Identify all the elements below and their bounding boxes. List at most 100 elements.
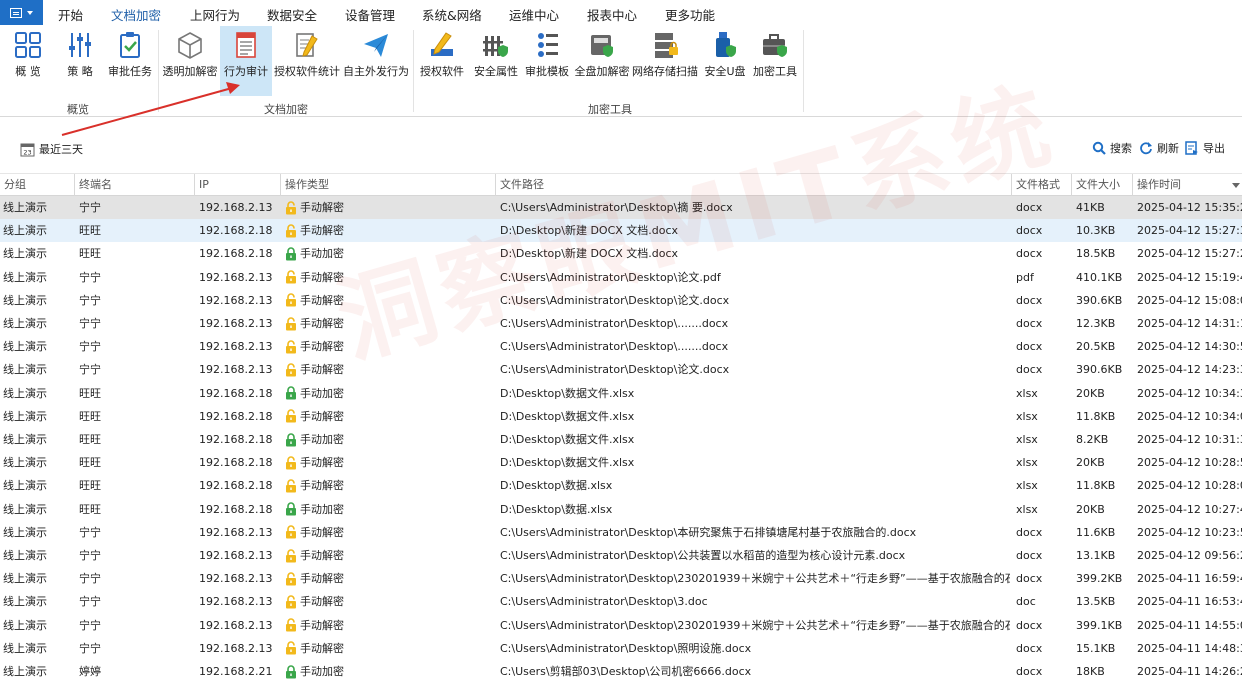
ribbon-overview-button[interactable]: 概 览 [6,26,50,96]
menu-home[interactable]: 开始 [58,5,83,24]
cell-ip: 192.168.2.13 [199,293,273,307]
lock-closed-icon [286,502,296,516]
cell-ip: 192.168.2.18 [199,409,273,423]
menu-document-encryption[interactable]: 文档加密 [111,5,162,29]
ribbon-auth-software-stats-button[interactable]: 授权软件统计 [274,26,340,96]
cell-type: 手动解密 [285,266,344,289]
table-row[interactable]: 线上演示 旺旺 192.168.2.18 手动解密 D:\Desktop\数据文件.xl… [0,405,1242,428]
cell-format: docx [1016,665,1043,678]
cell-terminal: 婷婷 [79,665,101,678]
app-menu-button[interactable] [0,0,43,25]
menu-data-security[interactable]: 数据安全 [267,5,317,24]
date-range-filter[interactable]: 23 最近三天 [20,141,83,157]
table-row[interactable]: 线上演示 旺旺 192.168.2.18 手动解密 D:\Desktop\新建 DOCX… [0,219,1242,243]
table-row[interactable]: 线上演示 旺旺 192.168.2.18 手动解密 D:\Desktop\数据文件.xl… [0,451,1242,474]
table-row[interactable]: 线上演示 婷婷 192.168.2.21 手动加密 C:\Users\剪辑部03\Des… [0,660,1242,683]
ribbon-approval-task-label: 审批任务 [108,65,152,78]
cell-size: 15.1KB [1076,641,1116,655]
table-row[interactable]: 线上演示 宁宁 192.168.2.13 手动解密 C:\Users\Administr… [0,567,1242,590]
lock-open-icon [286,223,296,238]
ribbon-auth-software-button[interactable]: 授权软件 [418,26,466,96]
search-icon [1092,141,1106,155]
cell-path: D:\Desktop\数据文件.xlsx [500,386,635,400]
cell-type: 手动解密 [285,544,344,567]
ribbon-secure-usb-button[interactable]: 安全U盘 [702,26,748,96]
cell-terminal: 旺旺 [79,502,101,516]
ribbon-auth-software-stats-label: 授权软件统计 [274,65,340,78]
cell-size: 399.1KB [1076,618,1123,632]
ribbon-transparent-encrypt-button[interactable]: 透明加解密 [162,26,218,96]
column-header-operation-time[interactable]: 操作时间 [1132,174,1242,196]
table-row[interactable]: 线上演示 宁宁 192.168.2.13 手动解密 C:\Users\Administr… [0,335,1242,358]
cell-size: 10.3KB [1076,224,1116,238]
ribbon-self-send-button[interactable]: 自主外发行为 [342,26,410,96]
refresh-button[interactable]: 刷新 [1139,140,1179,156]
menu-web-behavior[interactable]: 上网行为 [190,5,240,24]
cell-time: 2025-04-11 14:48:39 [1137,641,1242,655]
ribbon-security-attr-button[interactable]: 安全属性 [472,26,520,96]
export-button[interactable]: 导出 [1185,140,1225,156]
menu-report-center[interactable]: 报表中心 [587,5,637,24]
table-row[interactable]: 线上演示 宁宁 192.168.2.13 手动解密 C:\Users\Administr… [0,590,1242,613]
ribbon-approval-template-label: 审批模板 [525,65,569,78]
column-header-file-path[interactable]: 文件路径 [495,174,1011,196]
table-row[interactable]: 线上演示 宁宁 192.168.2.13 手动解密 C:\Users\Administr… [0,637,1242,660]
column-header-operation-type[interactable]: 操作类型 [280,174,495,196]
cell-terminal: 旺旺 [79,224,101,238]
table-row[interactable]: 线上演示 宁宁 192.168.2.13 手动解密 C:\Users\Administr… [0,521,1242,544]
column-header-terminal[interactable]: 终端名 [74,174,194,196]
operation-type-label: 手动解密 [300,456,344,470]
table-row[interactable]: 线上演示 旺旺 192.168.2.18 手动加密 D:\Desktop\数据.xlsx… [0,498,1242,521]
cell-group: 线上演示 [3,479,47,493]
ribbon-behavior-audit-button[interactable]: 行为审计 [220,26,272,96]
cell-ip: 192.168.2.13 [199,270,273,284]
table-row[interactable]: 线上演示 宁宁 192.168.2.13 手动解密 C:\Users\Administr… [0,289,1242,312]
ribbon-approval-task-button[interactable]: 审批任务 [106,26,154,96]
column-header-file-size[interactable]: 文件大小 [1071,174,1132,196]
table-row[interactable]: 线上演示 宁宁 192.168.2.13 手动解密 C:\Users\Administr… [0,358,1242,381]
cell-size: 390.6KB [1076,363,1123,377]
table-row[interactable]: 线上演示 旺旺 192.168.2.18 手动解密 D:\Desktop\数据.xlsx… [0,474,1242,497]
cell-size: 20KB [1076,502,1105,516]
ribbon-policy-button[interactable]: 策 略 [58,26,102,96]
cell-type: 手动加密 [285,660,344,683]
cell-type: 手动解密 [285,521,344,544]
table-row[interactable]: 线上演示 旺旺 192.168.2.18 手动加密 D:\Desktop\数据文件.xl… [0,382,1242,405]
cell-ip: 192.168.2.13 [199,201,273,214]
menu-more-functions[interactable]: 更多功能 [665,5,715,24]
fence-shield-icon [483,36,508,57]
cell-path: D:\Desktop\新建 DOCX 文档.docx [500,224,679,238]
search-button[interactable]: 搜索 [1092,140,1132,156]
cell-format: docx [1016,549,1043,562]
cell-format: docx [1016,618,1043,632]
table-row[interactable]: 线上演示 宁宁 192.168.2.13 手动解密 C:\Users\Administr… [0,196,1242,220]
cell-format: doc [1016,595,1036,609]
cell-ip: 192.168.2.18 [199,502,273,516]
operation-type-label: 手动加密 [300,433,344,446]
operation-type-label: 手动解密 [300,641,344,655]
table-row[interactable]: 线上演示 宁宁 192.168.2.13 手动解密 C:\Users\Administr… [0,614,1242,637]
table-row[interactable]: 线上演示 宁宁 192.168.2.13 手动解密 C:\Users\Administr… [0,312,1242,335]
cell-time: 2025-04-11 16:53:49 [1137,595,1242,609]
column-header-ip[interactable]: IP [194,174,280,196]
operation-type-label: 手动解密 [300,317,344,330]
table-row[interactable]: 线上演示 旺旺 192.168.2.18 手动加密 D:\Desktop\数据文件.xl… [0,428,1242,451]
column-header-group[interactable]: 分组 [0,174,74,196]
ribbon-network-storage-scan-button[interactable]: 网络存储扫描 [632,26,698,96]
menu-ops-center[interactable]: 运维中心 [509,5,559,24]
ribbon-encrypt-tool-button[interactable]: 加密工具 [752,26,798,96]
column-header-file-format[interactable]: 文件格式 [1011,174,1071,196]
cell-path: D:\Desktop\数据文件.xlsx [500,433,635,446]
table-row[interactable]: 线上演示 旺旺 192.168.2.18 手动加密 D:\Desktop\新建 DOCX… [0,242,1242,265]
table-row[interactable]: 线上演示 宁宁 192.168.2.13 手动解密 C:\Users\Administr… [0,544,1242,567]
ribbon-full-disk-encrypt-button[interactable]: 全盘加解密 [574,26,630,96]
cell-group: 线上演示 [3,363,47,377]
cell-group: 线上演示 [3,270,47,284]
cell-format: docx [1016,317,1043,330]
menu-device-management[interactable]: 设备管理 [345,5,395,24]
table-row[interactable]: 线上演示 宁宁 192.168.2.13 手动解密 C:\Users\Administr… [0,266,1242,289]
menu-system-network[interactable]: 系统&网络 [422,5,482,24]
ribbon-approval-template-button[interactable]: 审批模板 [524,26,570,96]
cell-path: D:\Desktop\数据文件.xlsx [500,456,635,470]
operation-type-label: 手动解密 [300,618,344,632]
